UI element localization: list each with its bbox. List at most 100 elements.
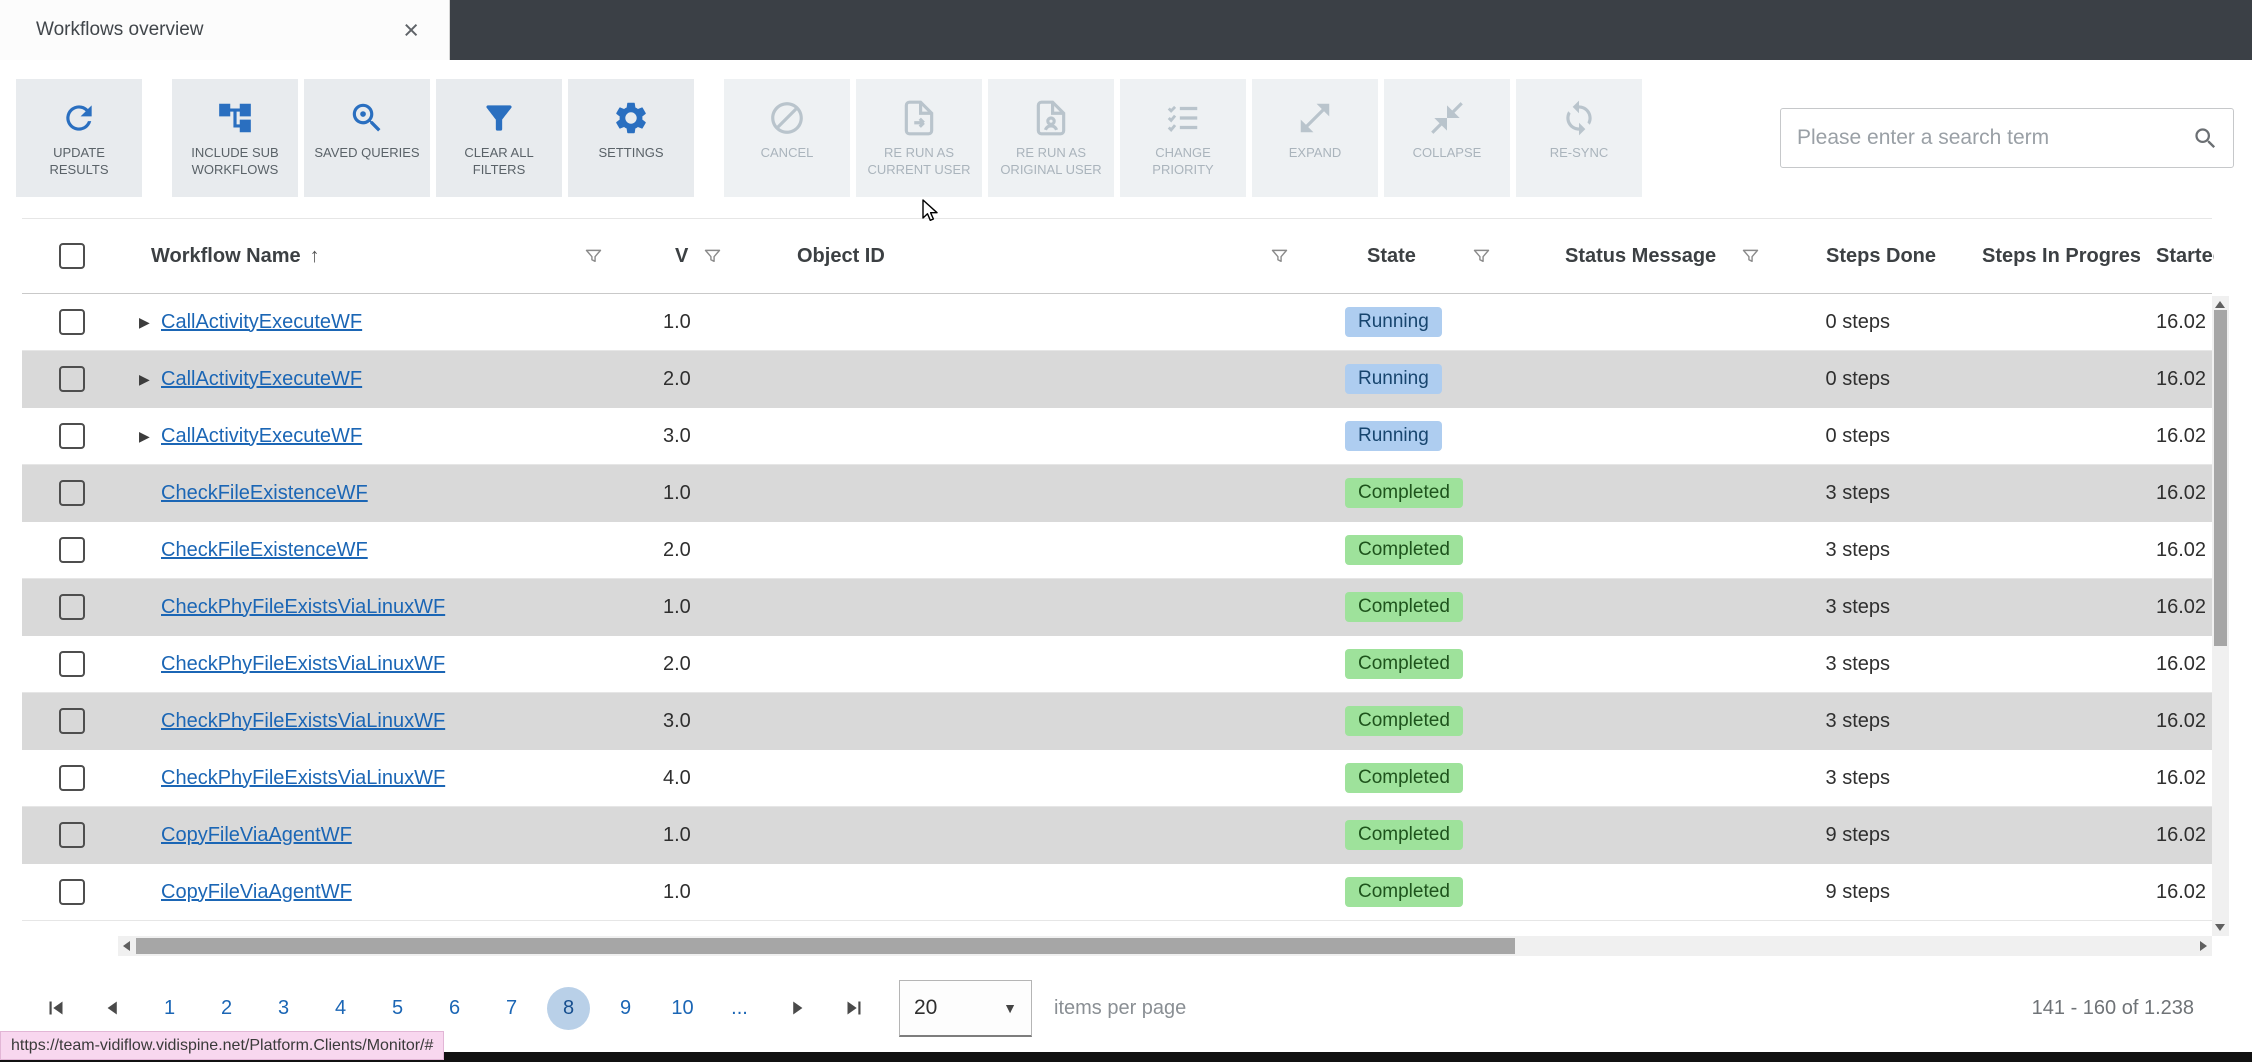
state-cell: Completed	[1300, 649, 1508, 679]
row-checkbox-cell	[22, 537, 122, 563]
page-number-button[interactable]: 4	[312, 980, 369, 1037]
filter-icon[interactable]	[1740, 246, 1761, 267]
page-number-button[interactable]: 6	[426, 980, 483, 1037]
button-label: INCLUDE SUB WORKFLOWS	[191, 145, 279, 177]
row-checkbox[interactable]	[59, 879, 85, 905]
started-cell: 16.02	[2156, 424, 2207, 447]
horizontal-scrollbar[interactable]	[118, 936, 2212, 956]
page-size-select[interactable]: 20 ▼	[899, 979, 1032, 1037]
page-number-button[interactable]: 9	[597, 980, 654, 1037]
page-number-button[interactable]: 7	[483, 980, 540, 1037]
row-checkbox-cell	[22, 708, 122, 734]
clear-filters-icon	[480, 95, 518, 141]
scroll-up-icon[interactable]	[2215, 301, 2225, 308]
workflow-name-link[interactable]: CallActivityExecuteWF	[161, 311, 362, 334]
row-checkbox[interactable]	[59, 537, 85, 563]
row-checkbox-cell	[22, 651, 122, 677]
column-header-steps-done[interactable]: Steps Done	[1773, 245, 1946, 268]
table-row: ▶ CopyFileViaAgentWF 1.0 Completed 9 ste…	[22, 807, 2212, 864]
horizontal-scrollbar-thumb[interactable]	[136, 938, 1515, 954]
state-badge: Completed	[1345, 706, 1463, 736]
resync-button: RE-SYNC	[1516, 79, 1642, 197]
search-input[interactable]	[1795, 125, 2192, 151]
page-number-button[interactable]: ...	[711, 980, 768, 1037]
workflow-name-link[interactable]: CopyFileViaAgentWF	[161, 824, 352, 847]
state-badge: Completed	[1345, 592, 1463, 622]
row-checkbox[interactable]	[59, 708, 85, 734]
state-cell: Completed	[1300, 706, 1508, 736]
row-checkbox[interactable]	[59, 651, 85, 677]
sort-ascending-icon: ↑	[309, 244, 320, 267]
column-header-object-id[interactable]: Object ID	[732, 245, 1300, 268]
subworkflows-tree-icon	[216, 95, 254, 141]
include-sub-workflows-button[interactable]: INCLUDE SUB WORKFLOWS	[172, 79, 298, 197]
page-number-button[interactable]: 8	[540, 980, 597, 1037]
state-cell: Completed	[1300, 763, 1508, 793]
workflow-name-link[interactable]: CopyFileViaAgentWF	[161, 881, 352, 904]
select-all-checkbox[interactable]	[59, 243, 85, 269]
next-page-icon[interactable]	[768, 980, 825, 1037]
last-page-icon[interactable]	[825, 980, 882, 1037]
expand-row-icon[interactable]: ▶	[139, 314, 161, 331]
row-checkbox-cell	[22, 366, 122, 392]
steps-done-cell: 9 steps	[1825, 880, 1890, 903]
workflow-name-link[interactable]: CheckPhyFileExistsViaLinuxWF	[161, 710, 445, 733]
state-badge: Completed	[1345, 763, 1463, 793]
page-number-button[interactable]: 10	[654, 980, 711, 1037]
column-header-version[interactable]: V	[646, 245, 732, 268]
saved-queries-button[interactable]: SAVED QUERIES	[304, 79, 430, 197]
row-checkbox[interactable]	[59, 309, 85, 335]
filter-icon[interactable]	[583, 246, 604, 267]
filter-icon[interactable]	[702, 246, 723, 267]
expand-row-icon[interactable]: ▶	[139, 371, 161, 388]
row-checkbox[interactable]	[59, 822, 85, 848]
page-number-button[interactable]: 3	[255, 980, 312, 1037]
update-results-button[interactable]: UPDATE RESULTS	[16, 79, 142, 197]
state-cell: Completed	[1300, 820, 1508, 850]
page-number-button[interactable]: 2	[198, 980, 255, 1037]
row-checkbox[interactable]	[59, 594, 85, 620]
page-number-button[interactable]: 1	[141, 980, 198, 1037]
tab-workflows-overview[interactable]: Workflows overview ×	[0, 0, 450, 60]
filter-icon[interactable]	[1269, 246, 1290, 267]
scroll-down-icon[interactable]	[2215, 924, 2225, 931]
expand-row-icon[interactable]: ▶	[139, 428, 161, 445]
page-number-label: 7	[505, 996, 518, 1019]
vertical-scrollbar[interactable]	[2212, 296, 2229, 936]
first-page-icon[interactable]	[27, 980, 84, 1037]
button-label: RE-SYNC	[1549, 145, 1609, 160]
previous-page-icon[interactable]	[84, 980, 141, 1037]
workflow-name-link[interactable]: CheckFileExistenceWF	[161, 482, 368, 505]
filter-icon[interactable]	[1471, 246, 1492, 267]
workflow-name-link[interactable]: CallActivityExecuteWF	[161, 368, 362, 391]
scroll-left-icon[interactable]	[123, 941, 130, 951]
row-checkbox[interactable]	[59, 423, 85, 449]
settings-gear-icon	[612, 95, 650, 141]
row-checkbox[interactable]	[59, 765, 85, 791]
workflow-name-link[interactable]: CheckPhyFileExistsViaLinuxWF	[161, 596, 445, 619]
workflow-name-link[interactable]: CheckPhyFileExistsViaLinuxWF	[161, 767, 445, 790]
row-checkbox[interactable]	[59, 366, 85, 392]
workflow-name-link[interactable]: CheckFileExistenceWF	[161, 539, 368, 562]
workflow-name-link[interactable]: CallActivityExecuteWF	[161, 425, 362, 448]
column-header-workflow-name[interactable]: Workflow Name ↑	[122, 245, 646, 268]
table-row: ▶ CheckPhyFileExistsViaLinuxWF 2.0 Compl…	[22, 636, 2212, 693]
column-header-state[interactable]: State	[1300, 245, 1508, 268]
state-badge: Running	[1345, 307, 1442, 337]
page-number-label: ...	[731, 996, 748, 1019]
column-header-steps-in-progress[interactable]: Steps In Progress	[1946, 245, 2140, 268]
workflow-name-cell: ▶ CheckPhyFileExistsViaLinuxWF	[122, 596, 646, 619]
close-tab-icon[interactable]: ×	[403, 16, 419, 44]
vertical-scrollbar-thumb[interactable]	[2214, 310, 2227, 646]
search-icon[interactable]	[2192, 125, 2219, 152]
column-header-started[interactable]: Started	[2140, 245, 2214, 268]
button-label: CHANGE PRIORITY	[1152, 145, 1214, 177]
workflow-name-link[interactable]: CheckPhyFileExistsViaLinuxWF	[161, 653, 445, 676]
settings-button[interactable]: SETTINGS	[568, 79, 694, 197]
state-cell: Completed	[1300, 877, 1508, 907]
column-header-status-message[interactable]: Status Message	[1508, 245, 1773, 268]
page-number-button[interactable]: 5	[369, 980, 426, 1037]
row-checkbox[interactable]	[59, 480, 85, 506]
scroll-right-icon[interactable]	[2200, 941, 2207, 951]
clear-all-filters-button[interactable]: CLEAR ALL FILTERS	[436, 79, 562, 197]
